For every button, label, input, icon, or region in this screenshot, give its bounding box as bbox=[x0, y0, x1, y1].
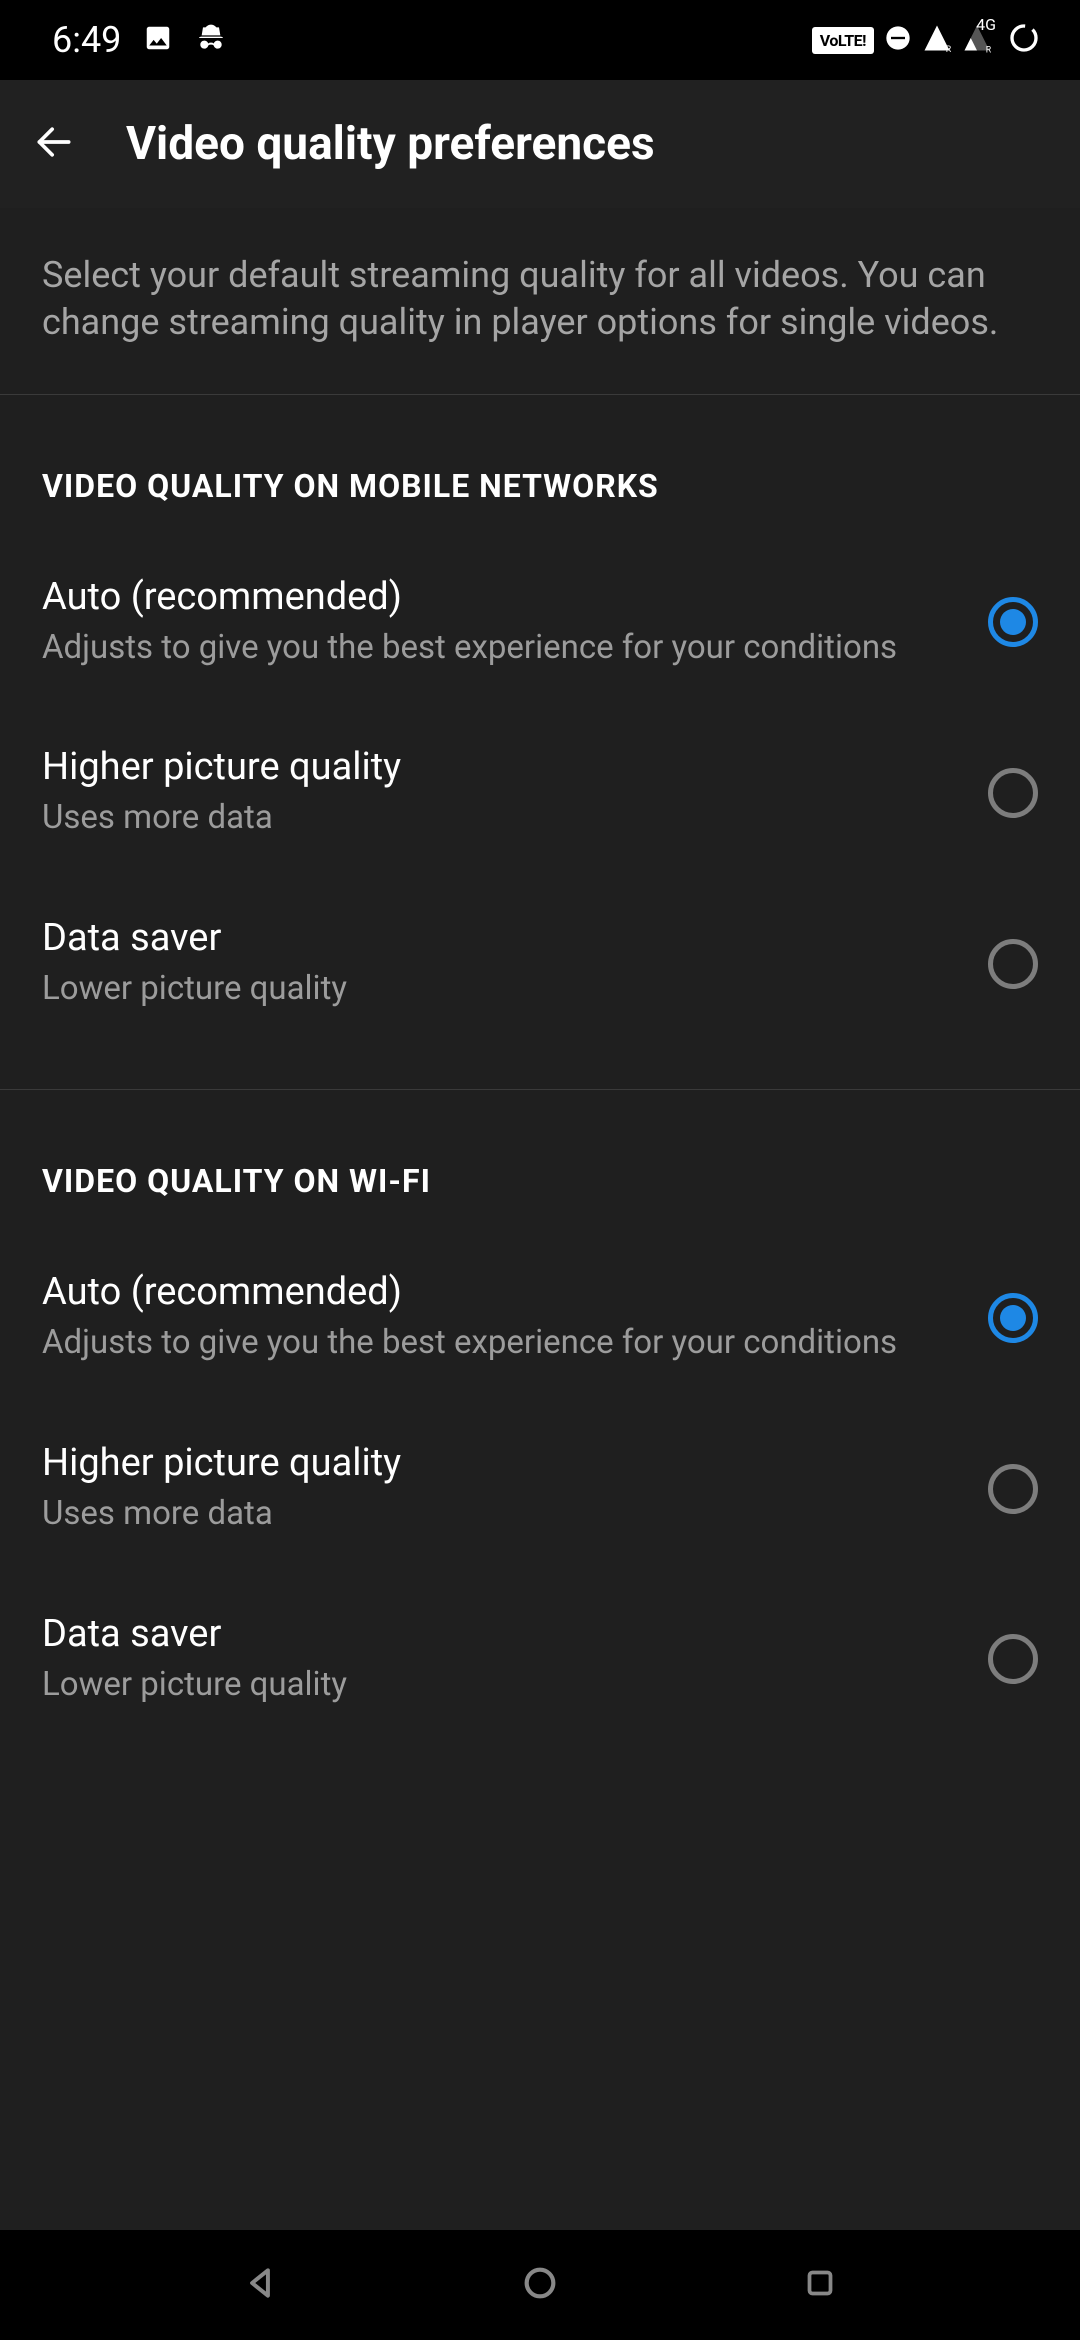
option-text: Auto (recommended) Adjusts to give you t… bbox=[42, 1270, 958, 1365]
content-area: Select your default streaming quality fo… bbox=[0, 208, 1080, 2230]
option-wifi-auto[interactable]: Auto (recommended) Adjusts to give you t… bbox=[0, 1232, 1080, 1403]
option-text: Data saver Lower picture quality bbox=[42, 1612, 958, 1707]
nav-home-button[interactable] bbox=[515, 2260, 565, 2310]
description-block: Select your default streaming quality fo… bbox=[0, 208, 1080, 395]
option-mobile-data-saver[interactable]: Data saver Lower picture quality bbox=[0, 878, 1080, 1049]
section-wifi: VIDEO QUALITY ON WI-FI Auto (recommended… bbox=[0, 1090, 1080, 1785]
option-text: Higher picture quality Uses more data bbox=[42, 745, 958, 840]
status-right-group: VoLTE! R R 4G bbox=[812, 22, 1040, 58]
option-title: Data saver bbox=[42, 1612, 958, 1656]
radio-button[interactable] bbox=[988, 939, 1038, 989]
option-subtitle: Lower picture quality bbox=[42, 1664, 958, 1707]
svg-text:R: R bbox=[986, 45, 992, 53]
option-subtitle: Adjusts to give you the best experience … bbox=[42, 1322, 958, 1365]
description-text: Select your default streaming quality fo… bbox=[42, 252, 1040, 346]
option-title: Auto (recommended) bbox=[42, 1270, 958, 1314]
option-wifi-higher[interactable]: Higher picture quality Uses more data bbox=[0, 1403, 1080, 1574]
nav-home-icon bbox=[520, 2263, 560, 2307]
radio-button[interactable] bbox=[988, 1634, 1038, 1684]
loading-icon bbox=[1008, 22, 1040, 58]
option-subtitle: Lower picture quality bbox=[42, 968, 958, 1011]
section-mobile-networks: VIDEO QUALITY ON MOBILE NETWORKS Auto (r… bbox=[0, 395, 1080, 1091]
option-text: Auto (recommended) Adjusts to give you t… bbox=[42, 575, 958, 670]
option-text: Higher picture quality Uses more data bbox=[42, 1441, 958, 1536]
incognito-icon bbox=[195, 22, 227, 58]
radio-button[interactable] bbox=[988, 1464, 1038, 1514]
radio-button[interactable] bbox=[988, 597, 1038, 647]
page-title: Video quality preferences bbox=[126, 117, 655, 171]
nav-recents-button[interactable] bbox=[795, 2260, 845, 2310]
option-subtitle: Adjusts to give you the best experience … bbox=[42, 627, 958, 670]
radio-button[interactable] bbox=[988, 768, 1038, 818]
option-wifi-data-saver[interactable]: Data saver Lower picture quality bbox=[0, 1574, 1080, 1745]
radio-button[interactable] bbox=[988, 1293, 1038, 1343]
nav-back-icon bbox=[241, 2264, 279, 2306]
volte-icon: VoLTE! bbox=[812, 27, 874, 54]
back-button[interactable] bbox=[30, 120, 78, 168]
option-title: Higher picture quality bbox=[42, 1441, 958, 1485]
section-header-mobile: VIDEO QUALITY ON MOBILE NETWORKS bbox=[0, 395, 1080, 537]
network-4g-label: 4G bbox=[976, 15, 996, 34]
option-text: Data saver Lower picture quality bbox=[42, 916, 958, 1011]
app-bar: Video quality preferences bbox=[0, 80, 1080, 208]
option-mobile-auto[interactable]: Auto (recommended) Adjusts to give you t… bbox=[0, 537, 1080, 708]
nav-back-button[interactable] bbox=[235, 2260, 285, 2310]
option-subtitle: Uses more data bbox=[42, 797, 958, 840]
option-title: Auto (recommended) bbox=[42, 575, 958, 619]
option-subtitle: Uses more data bbox=[42, 1493, 958, 1536]
picture-icon bbox=[143, 23, 173, 57]
option-title: Higher picture quality bbox=[42, 745, 958, 789]
status-left-group: 6:49 bbox=[52, 19, 227, 61]
signal-icon-1: R bbox=[922, 23, 952, 57]
status-time: 6:49 bbox=[52, 19, 121, 61]
option-title: Data saver bbox=[42, 916, 958, 960]
do-not-disturb-icon bbox=[884, 24, 912, 56]
back-arrow-icon bbox=[32, 120, 76, 168]
signal-icon-2: R 4G bbox=[962, 23, 992, 57]
section-header-wifi: VIDEO QUALITY ON WI-FI bbox=[0, 1090, 1080, 1232]
svg-text:R: R bbox=[946, 45, 952, 53]
status-bar: 6:49 VoLTE! R R 4G bbox=[0, 0, 1080, 80]
nav-recents-icon bbox=[802, 2265, 838, 2305]
option-mobile-higher[interactable]: Higher picture quality Uses more data bbox=[0, 707, 1080, 878]
navigation-bar bbox=[0, 2230, 1080, 2340]
